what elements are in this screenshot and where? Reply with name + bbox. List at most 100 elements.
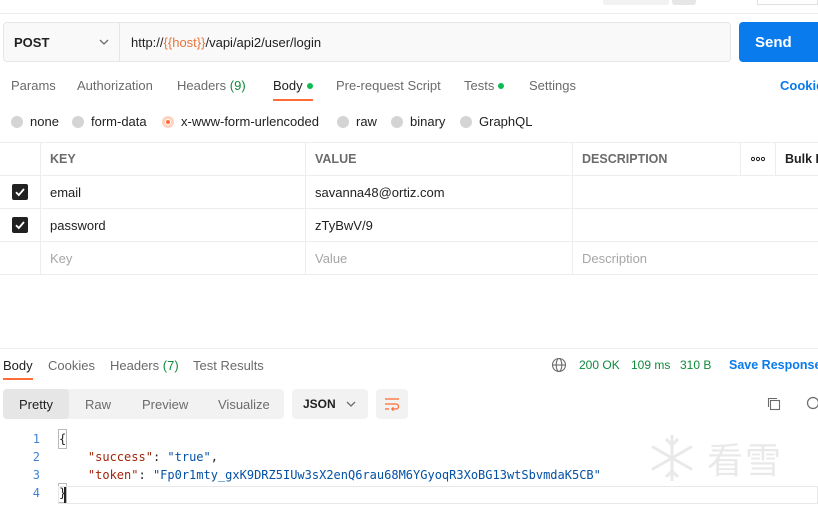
response-tabs: Body Cookies Headers (7) Test Results 20… (0, 357, 818, 380)
line-number: 2 (32, 450, 40, 464)
tab-body-label: Body (273, 78, 303, 93)
radio-urlencoded-label: x-www-form-urlencoded (181, 114, 319, 129)
tab-authorization[interactable]: Authorization (77, 78, 153, 93)
url-input[interactable]: http://{{host}}/vapi/api2/user/login (120, 23, 730, 61)
radio-graphql[interactable]: GraphQL (460, 114, 532, 129)
value-placeholder-input[interactable]: Value (305, 242, 572, 274)
response-tab-headers-label: Headers (110, 358, 160, 373)
tab-params[interactable]: Params (11, 78, 56, 93)
header-key: KEY (40, 143, 305, 175)
tab-headers[interactable]: Headers (9) (177, 78, 246, 93)
more-horizontal-icon (751, 156, 765, 162)
tab-body-indicator (306, 82, 313, 89)
header-value: VALUE (305, 143, 572, 175)
response-tab-body[interactable]: Body (3, 358, 33, 380)
radio-circle (72, 115, 84, 128)
radio-raw-label: raw (356, 114, 377, 129)
top-toolbar-strip (0, 0, 818, 14)
radio-form-data[interactable]: form-data (72, 114, 147, 129)
more-options-button[interactable] (740, 143, 775, 175)
view-visualize[interactable]: Visualize (218, 389, 270, 419)
tab-headers-label: Headers (177, 78, 227, 93)
copy-icon[interactable] (766, 396, 782, 412)
row-checkbox[interactable] (12, 184, 28, 200)
tab-settings[interactable]: Settings (529, 78, 576, 93)
line-number: 1 (32, 432, 40, 446)
chevron-down-icon (346, 401, 356, 407)
toolbar-dropdown-partial[interactable] (672, 0, 696, 5)
toolbar-button-partial[interactable] (603, 0, 669, 5)
tab-body[interactable]: Body (273, 78, 313, 101)
view-pretty[interactable]: Pretty (3, 389, 69, 419)
body-type-selector: none form-data x-www-form-urlencoded raw… (0, 113, 818, 131)
method-label: POST (14, 34, 50, 50)
url-variable-host[interactable]: {{host}} (164, 35, 206, 50)
cookies-link[interactable]: Cookie (780, 78, 818, 93)
json-value: "true" (167, 450, 211, 464)
request-url-bar: POST http://{{host}}/vapi/api2/user/logi… (3, 22, 731, 62)
text-caret (64, 487, 66, 503)
header-checkbox-column (0, 143, 40, 175)
response-time[interactable]: 109 ms (631, 358, 670, 372)
key-cell[interactable]: email (40, 176, 305, 208)
radio-circle (11, 115, 23, 128)
tab-tests[interactable]: Tests (464, 78, 505, 93)
format-select[interactable]: JSON (292, 389, 368, 419)
radio-circle-selected (162, 115, 174, 128)
url-path: /vapi/api2/user/login (205, 34, 322, 50)
json-separator: : (138, 468, 153, 482)
row-checkbox[interactable] (12, 217, 28, 233)
key-cell[interactable]: password (40, 209, 305, 241)
wrap-lines-icon (385, 398, 400, 411)
radio-raw[interactable]: raw (337, 114, 377, 129)
line-number: 3 (32, 468, 40, 482)
radio-none-label: none (30, 114, 59, 129)
active-line-highlight (58, 486, 818, 504)
response-tab-test-results[interactable]: Test Results (193, 358, 264, 373)
value-cell[interactable]: zTyBwV/9 (305, 209, 572, 241)
response-tab-cookies[interactable]: Cookies (48, 358, 95, 373)
view-raw[interactable]: Raw (85, 389, 111, 419)
json-key: "success" (87, 450, 153, 464)
view-preview[interactable]: Preview (142, 389, 188, 419)
description-cell[interactable] (572, 176, 740, 208)
radio-circle (391, 115, 403, 128)
value-cell[interactable]: savanna48@ortiz.com (305, 176, 572, 208)
response-status[interactable]: 200 OK (579, 358, 620, 372)
line-number: 4 (32, 486, 40, 500)
row-checkbox-cell (0, 242, 40, 274)
key-placeholder-input[interactable]: Key (40, 242, 305, 274)
radio-none[interactable]: none (11, 114, 59, 129)
method-select[interactable]: POST (4, 23, 120, 61)
code-brace: { (57, 429, 68, 449)
request-tabs: Params Authorization Headers (9) Body Pr… (0, 76, 818, 101)
row-checkbox-cell (0, 176, 40, 208)
json-key: "token" (87, 468, 139, 482)
table-row: password zTyBwV/9 (0, 209, 818, 242)
radio-x-www-form-urlencoded[interactable]: x-www-form-urlencoded (162, 114, 319, 129)
globe-icon[interactable] (551, 357, 567, 373)
format-select-label: JSON (303, 397, 336, 411)
save-response-button[interactable]: Save Response (729, 358, 818, 372)
radio-binary-label: binary (410, 114, 446, 129)
row-checkbox-cell (0, 209, 40, 241)
search-icon[interactable] (806, 396, 818, 412)
send-button[interactable]: Send (739, 22, 818, 62)
bulk-edit-button[interactable]: Bulk E (775, 143, 818, 175)
code-text: { (57, 429, 68, 449)
wrap-lines-button[interactable] (376, 389, 408, 419)
tab-headers-count: (9) (229, 78, 246, 93)
response-divider[interactable] (0, 348, 818, 349)
radio-circle (460, 115, 472, 128)
description-placeholder-input[interactable]: Description (572, 242, 740, 274)
description-cell[interactable] (572, 209, 740, 241)
watermark: 看雪 (645, 428, 805, 488)
toolbar-field-partial[interactable] (757, 0, 818, 5)
tab-tests-label: Tests (464, 78, 495, 93)
response-tab-headers[interactable]: Headers (7) (110, 358, 179, 373)
radio-form-data-label: form-data (91, 114, 147, 129)
radio-binary[interactable]: binary (391, 114, 445, 129)
code-text: "success": "true", (59, 448, 218, 466)
response-size[interactable]: 310 B (680, 358, 711, 372)
tab-pre-request-script[interactable]: Pre-request Script (336, 78, 441, 93)
